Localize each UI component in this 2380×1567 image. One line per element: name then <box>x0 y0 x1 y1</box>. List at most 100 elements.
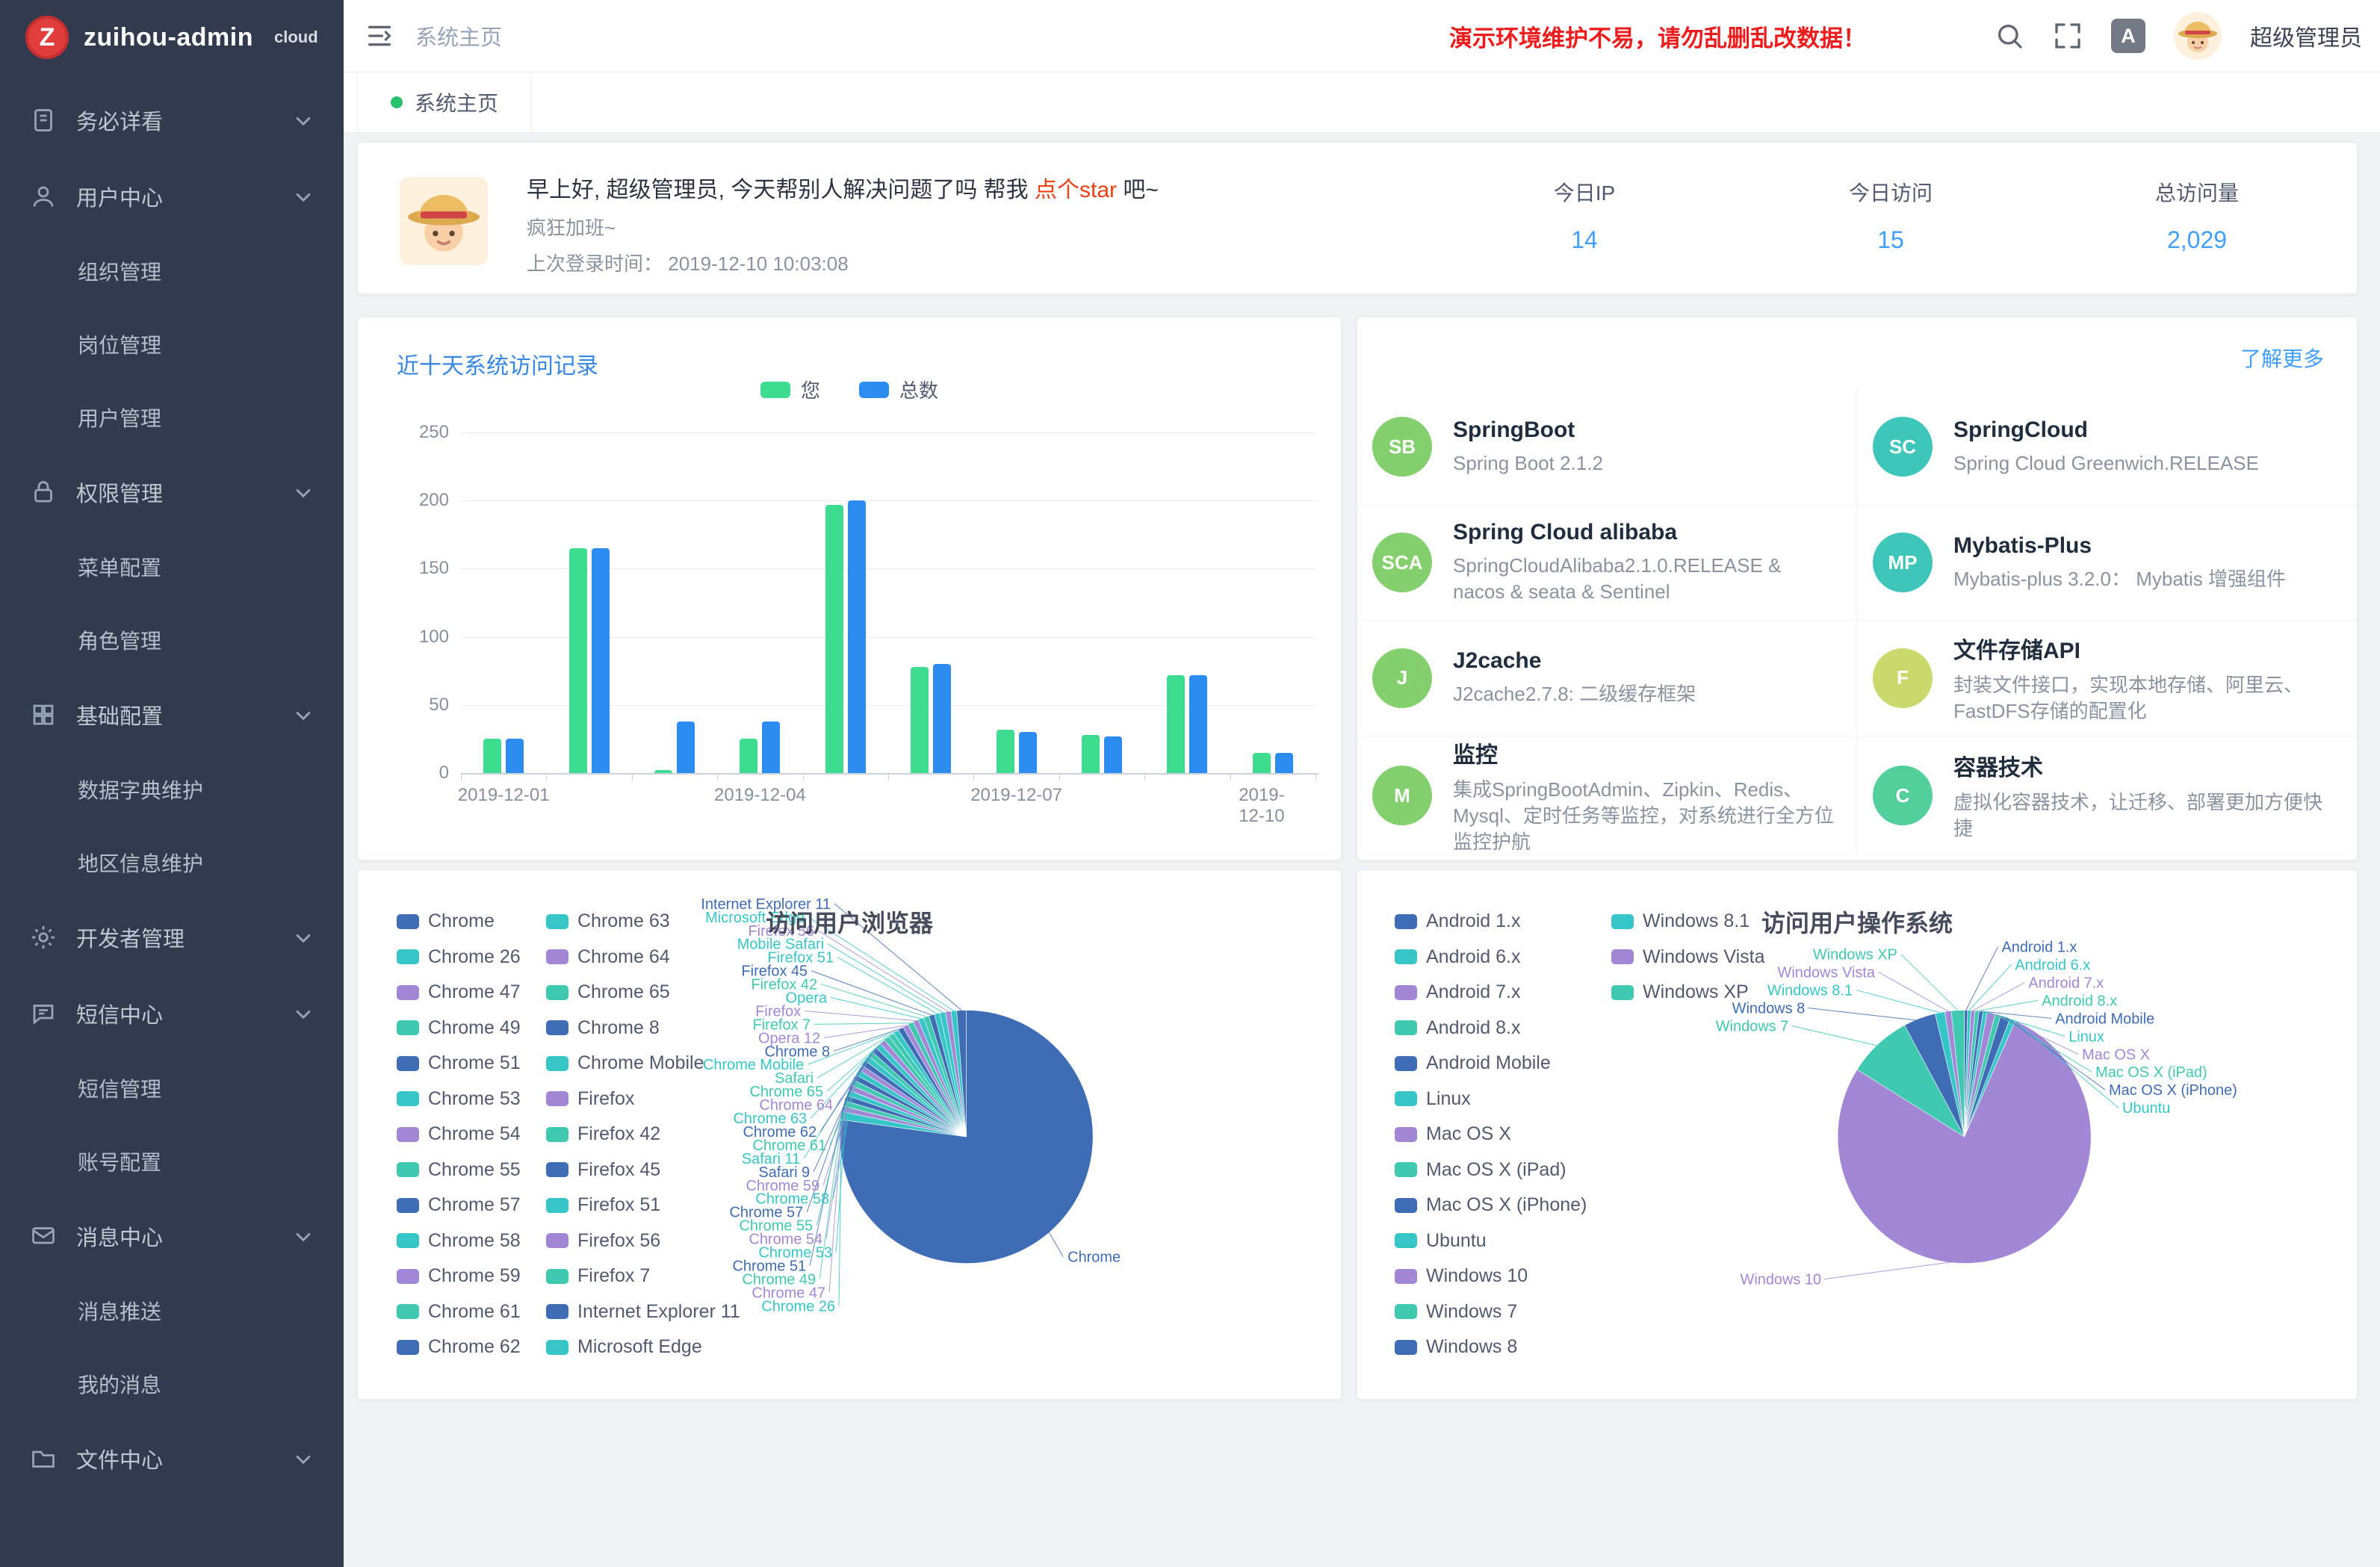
sidebar-subitem[interactable]: 岗位管理 <box>0 308 344 381</box>
bar-总数[interactable] <box>1019 732 1037 773</box>
fullscreen-icon[interactable] <box>2053 21 2083 51</box>
tab-home[interactable]: 系统主页 <box>357 72 532 132</box>
bar-您[interactable] <box>911 667 929 773</box>
bar-您[interactable] <box>483 739 501 773</box>
sidebar-item-2[interactable]: 权限管理 <box>0 454 344 530</box>
sidebar-subitem[interactable]: 我的消息 <box>0 1347 344 1421</box>
sidebar-item-4[interactable]: 开发者管理 <box>0 899 344 975</box>
tech-item-4[interactable]: JJ2cacheJ2cache2.7.8: 二级缓存框架 <box>1357 620 1857 736</box>
bar-总数[interactable] <box>848 500 866 773</box>
tech-badge-icon: M <box>1372 766 1432 825</box>
sidebar-menu: 务必详看用户中心组织管理岗位管理用户管理权限管理菜单配置角色管理基础配置数据字典… <box>0 82 344 1497</box>
sidebar-subitem[interactable]: 菜单配置 <box>0 530 344 603</box>
axis-tick <box>1315 773 1316 781</box>
axis-tick <box>1059 773 1060 781</box>
bar-您[interactable] <box>997 730 1014 773</box>
tech-item-6[interactable]: M监控集成SpringBootAdmin、Zipkin、Redis、Mysql、… <box>1357 736 1857 855</box>
avatar[interactable] <box>2174 12 2222 60</box>
browser-pie: ChromeChrome 26Chrome 47Chrome 49Chrome … <box>358 870 1341 1399</box>
hamburger-icon[interactable] <box>365 21 394 51</box>
y-axis-label: 200 <box>419 490 449 511</box>
sidebar-subitem[interactable]: 组织管理 <box>0 235 344 308</box>
tech-badge-icon: SCA <box>1372 533 1432 592</box>
sidebar-subitem-label: 角色管理 <box>78 625 161 655</box>
pie-label-line <box>1808 1008 1920 1020</box>
sidebar-item-label: 短信中心 <box>76 998 163 1029</box>
legend-item-您[interactable]: 您 <box>760 376 820 403</box>
top-navbar: 系统主页 演示环境维护不易，请勿乱删乱改数据！ A 超级管理员 <box>344 0 2380 72</box>
tab-bar: 系统主页 <box>344 72 2380 133</box>
sidebar-subitem[interactable]: 角色管理 <box>0 603 344 677</box>
tech-item-3[interactable]: MPMybatis-PlusMybatis-plus 3.2.0： Mybati… <box>1857 505 2357 621</box>
bar-总数[interactable] <box>1189 675 1207 773</box>
tech-item-0[interactable]: SBSpringBootSpring Boot 2.1.2 <box>1357 389 1857 505</box>
pie-slice-label: Windows 8 <box>1732 1000 1806 1017</box>
sidebar-item-7[interactable]: 文件中心 <box>0 1421 344 1497</box>
sidebar-item-6[interactable]: 消息中心 <box>0 1198 344 1274</box>
star-link[interactable]: 点个star <box>1035 178 1117 202</box>
sidebar-item-1[interactable]: 用户中心 <box>0 158 344 235</box>
greeting-title: 早上好, 超级管理员, 今天帮别人解决问题了吗 帮我 点个star 吧~ <box>527 171 1159 204</box>
tech-item-2[interactable]: SCASpring Cloud alibabaSpringCloudAlibab… <box>1357 505 1857 621</box>
sidebar-item-label: 权限管理 <box>76 477 163 508</box>
main-area: 系统主页 演示环境维护不易，请勿乱删乱改数据！ A 超级管理员 系统主页 <box>344 0 2380 1567</box>
bar-总数[interactable] <box>1104 736 1122 773</box>
stat-label: 今日IP <box>1465 177 1704 207</box>
stat-value: 15 <box>1771 226 2010 254</box>
bar-您[interactable] <box>1082 735 1100 773</box>
tech-desc: 虚拟化容器技术，让迁移、部署更加方便快捷 <box>1953 789 2334 842</box>
sidebar-item-3[interactable]: 基础配置 <box>0 677 344 753</box>
bar-您[interactable] <box>654 770 672 773</box>
learn-more-link[interactable]: 了解更多 <box>2240 343 2324 373</box>
sidebar-subitem[interactable]: 数据字典维护 <box>0 753 344 826</box>
pie-slice-label: Android Mobile <box>2055 1011 2154 1027</box>
sidebar-subitem[interactable]: 账号配置 <box>0 1125 344 1198</box>
tab-label: 系统主页 <box>415 87 498 117</box>
app-logo[interactable]: Z zuihou-admin cloud <box>0 0 344 75</box>
pie-slice-label: Android 6.x <box>2015 958 2090 974</box>
bar-您[interactable] <box>1167 675 1185 773</box>
sidebar-subitem[interactable]: 消息推送 <box>0 1274 344 1347</box>
bar-您[interactable] <box>740 739 757 773</box>
search-icon[interactable] <box>1995 21 2024 51</box>
demo-warning-text: 演示环境维护不易，请勿乱删乱改数据！ <box>1449 19 1866 53</box>
tech-title: SpringCloud <box>1953 418 2259 443</box>
pie-slice-label: Android 8.x <box>2042 993 2117 1009</box>
bar-总数[interactable] <box>592 548 610 773</box>
sidebar-item-5[interactable]: 短信中心 <box>0 975 344 1052</box>
bar-总数[interactable] <box>762 722 780 773</box>
chevron-down-icon <box>293 1003 314 1024</box>
sidebar-subitem[interactable]: 短信管理 <box>0 1052 344 1125</box>
pie-label-line <box>1969 965 2011 1011</box>
tab-active-dot <box>391 96 403 108</box>
tech-item-1[interactable]: SCSpringCloudSpring Cloud Greenwich.RELE… <box>1857 389 2357 505</box>
stat-1: 今日访问15 <box>1771 177 2010 254</box>
stat-0: 今日IP14 <box>1465 177 1704 254</box>
axis-tick <box>973 773 974 781</box>
tech-item-7[interactable]: C容器技术虚拟化容器技术，让迁移、部署更加方便快捷 <box>1857 736 2357 855</box>
breadcrumb[interactable]: 系统主页 <box>415 20 502 52</box>
bar-您[interactable] <box>825 505 843 773</box>
axis-tick <box>803 773 804 781</box>
bar-您[interactable] <box>569 548 587 773</box>
bar-总数[interactable] <box>677 722 695 773</box>
tech-title: Mybatis-Plus <box>1953 533 2286 559</box>
tech-desc: J2cache2.7.8: 二级缓存框架 <box>1453 681 1696 707</box>
browser-pie-chart: ChromeChrome 26Chrome 47Chrome 49Chrome … <box>358 870 1341 1399</box>
tech-item-5[interactable]: F文件存储API封装文件接口，实现本地存储、阿里云、FastDFS存储的配置化 <box>1857 620 2357 736</box>
greeting-card: 早上好, 超级管理员, 今天帮别人解决问题了吗 帮我 点个star 吧~ 疯狂加… <box>357 142 2358 294</box>
bar-总数[interactable] <box>933 664 951 773</box>
axis-tick <box>546 773 547 781</box>
pie-label-line <box>1973 983 2024 1011</box>
sidebar-subitem[interactable]: 用户管理 <box>0 381 344 454</box>
sidebar-subitem[interactable]: 地区信息维护 <box>0 826 344 899</box>
font-size-icon[interactable]: A <box>2111 19 2145 53</box>
legend-item-总数[interactable]: 总数 <box>859 376 938 403</box>
bar-总数[interactable] <box>506 739 524 773</box>
bar-您[interactable] <box>1253 753 1271 773</box>
pie-slice-label: Windows 8.1 <box>1767 983 1853 999</box>
bar-总数[interactable] <box>1275 753 1293 773</box>
username-label[interactable]: 超级管理员 <box>2250 19 2362 52</box>
sidebar-item-0[interactable]: 务必详看 <box>0 82 344 158</box>
tech-badge-icon: SC <box>1873 417 1933 477</box>
